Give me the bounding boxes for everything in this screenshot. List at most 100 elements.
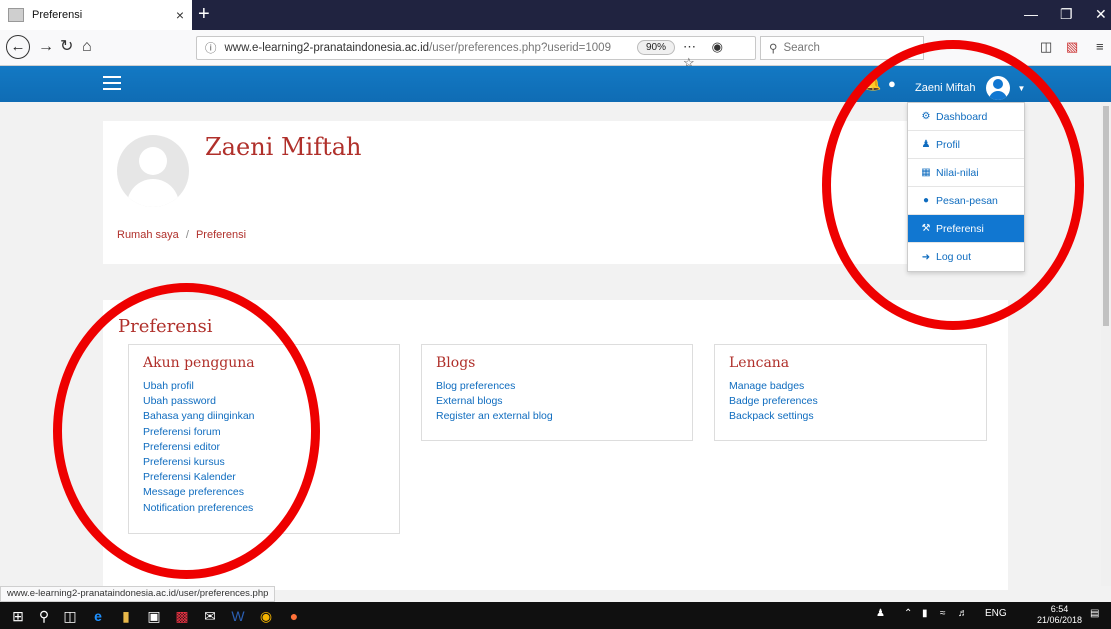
breadcrumb: Rumah saya / Preferensi: [117, 229, 246, 241]
home-icon[interactable]: ⌂: [82, 38, 92, 56]
url-host: www.e-learning2-pranataindonesia.ac.id: [224, 42, 430, 54]
course-preferences-link[interactable]: Preferensi kursus: [143, 455, 385, 470]
page-scrollbar[interactable]: [1101, 102, 1111, 586]
store-icon[interactable]: ▣: [144, 606, 164, 626]
sidebar-icon[interactable]: ◫: [1040, 38, 1052, 56]
edit-profile-link[interactable]: Ubah profil: [143, 379, 385, 394]
tab-title: Preferensi: [32, 9, 83, 21]
menu-item-dashboard[interactable]: ⚙ Dashboard: [908, 103, 1024, 131]
menu-item-preferences[interactable]: ⚒ Preferensi: [908, 215, 1024, 243]
browser-tab-strip: Preferensi × + — ❐ ✕: [0, 0, 1111, 30]
tray-up-arrow-icon[interactable]: ⌃: [904, 608, 912, 619]
zoom-level-badge[interactable]: 90%: [637, 40, 676, 55]
notification-preferences-link[interactable]: Notification preferences: [143, 501, 385, 516]
browser-navbar: ← → ↻ ⌂ ⓘ www.e-learning2-pranataindones…: [0, 30, 1111, 70]
menu-item-logout[interactable]: ➜ Log out: [908, 243, 1024, 271]
mail-icon[interactable]: ✉: [200, 606, 220, 626]
breadcrumb-separator: /: [185, 229, 189, 241]
backpack-settings-link[interactable]: Backpack settings: [729, 409, 972, 424]
word-icon[interactable]: W: [228, 606, 248, 626]
forum-preferences-link[interactable]: Preferensi forum: [143, 425, 385, 440]
notification-center-icon[interactable]: ▤: [1090, 608, 1099, 619]
change-password-link[interactable]: Ubah password: [143, 394, 385, 409]
editor-preferences-link[interactable]: Preferensi editor: [143, 440, 385, 455]
blog-preferences-link[interactable]: Blog preferences: [436, 379, 678, 394]
breadcrumb-current[interactable]: Preferensi: [196, 229, 246, 241]
url-bar[interactable]: ⓘ www.e-learning2-pranataindonesia.ac.id…: [196, 36, 756, 70]
profile-avatar: [117, 135, 189, 207]
search-icon[interactable]: ⚲: [34, 606, 54, 626]
search-bar[interactable]: ⚲ Search: [760, 36, 924, 60]
menu-item-label: Nilai-nilai: [936, 166, 979, 179]
people-icon[interactable]: ♟: [876, 608, 885, 619]
task-view-icon[interactable]: ◫: [60, 606, 80, 626]
preferred-language-link[interactable]: Bahasa yang diinginkan: [143, 409, 385, 424]
back-icon[interactable]: ←: [6, 35, 30, 59]
firefox-icon[interactable]: ●: [284, 606, 304, 626]
page-title: Preferensi: [118, 316, 213, 337]
messages-icon[interactable]: ●: [888, 76, 896, 91]
user-menu-toggle[interactable]: Zaeni Miftah ▼: [915, 76, 1025, 100]
page-favicon-icon: [8, 8, 24, 22]
search-placeholder: Search: [783, 42, 820, 54]
external-blogs-link[interactable]: External blogs: [436, 394, 678, 409]
new-tab-button[interactable]: +: [198, 3, 210, 25]
user-icon: ♟: [921, 139, 931, 150]
file-explorer-icon[interactable]: ▮: [116, 606, 136, 626]
volume-icon[interactable]: ♬: [958, 608, 968, 619]
windows-taskbar: ⊞ ⚲ ◫ e ▮ ▣ ▩ ✉ W ◉ ● ♟ ⌃ ▮ ≈ ♬ ENG 6:54…: [0, 602, 1111, 629]
search-icon: ⚲: [769, 43, 778, 55]
menu-item-label: Profil: [936, 138, 960, 151]
battery-icon[interactable]: ▮: [922, 608, 928, 619]
close-window-icon[interactable]: ✕: [1095, 6, 1107, 23]
status-bar-url: www.e-learning2-pranataindonesia.ac.id/u…: [0, 586, 276, 602]
preferences-card: Preferensi Akun pengguna Ubah profil Uba…: [103, 300, 1008, 590]
close-tab-icon[interactable]: ×: [176, 7, 184, 23]
logout-icon: ➜: [921, 251, 931, 263]
user-account-section: Akun pengguna Ubah profil Ubah password …: [128, 344, 400, 534]
section-heading: Akun pengguna: [143, 355, 255, 371]
calendar-preferences-link[interactable]: Preferensi Kalender: [143, 470, 385, 485]
badges-section: Lencana Manage badges Badge preferences …: [714, 344, 987, 441]
message-preferences-link[interactable]: Message preferences: [143, 485, 385, 500]
register-external-blog-link[interactable]: Register an external blog: [436, 409, 678, 424]
section-heading: Lencana: [729, 355, 790, 371]
menu-item-grades[interactable]: ▦ Nilai-nilai: [908, 159, 1024, 187]
clock-date: 21/06/2018: [1037, 615, 1083, 625]
notification-bell-icon[interactable]: 🔔: [865, 76, 881, 92]
menu-item-profile[interactable]: ♟ Profil: [908, 131, 1024, 159]
menu-item-label: Dashboard: [936, 110, 988, 123]
gift-icon[interactable]: ▩: [172, 606, 192, 626]
clock-time: 6:54: [1050, 604, 1069, 614]
reload-icon[interactable]: ↻: [60, 38, 73, 56]
header-user-name: Zaeni Miftah: [915, 82, 976, 94]
badge-preferences-link[interactable]: Badge preferences: [729, 394, 972, 409]
restore-icon[interactable]: ❐: [1060, 6, 1073, 23]
wrench-icon: ⚒: [921, 223, 931, 234]
table-icon: ▦: [921, 167, 931, 178]
minimize-icon[interactable]: —: [1024, 6, 1038, 22]
menu-item-messages[interactable]: ● Pesan-pesan: [908, 187, 1024, 215]
chat-icon: ●: [922, 195, 930, 206]
url-path: /user/preferences.php?userid=1009: [429, 42, 611, 54]
hamburger-menu-icon[interactable]: [103, 76, 121, 92]
browser-tab[interactable]: Preferensi ×: [0, 0, 192, 30]
pocket-icon[interactable]: ▧: [1066, 38, 1078, 56]
network-icon[interactable]: ≈: [940, 608, 946, 619]
scrollbar-thumb[interactable]: [1103, 106, 1109, 326]
forward-icon[interactable]: →: [38, 38, 54, 56]
menu-icon[interactable]: ≡: [1096, 38, 1104, 56]
chrome-icon[interactable]: ◉: [256, 606, 276, 626]
section-heading: Blogs: [436, 355, 476, 371]
clock[interactable]: 6:54 21/06/2018: [1037, 604, 1082, 626]
manage-badges-link[interactable]: Manage badges: [729, 379, 972, 394]
windows-start-icon[interactable]: ⊞: [8, 606, 28, 626]
blogs-section: Blogs Blog preferences External blogs Re…: [421, 344, 693, 441]
user-dropdown-menu: ⚙ Dashboard ♟ Profil ▦ Nilai-nilai ● Pes…: [907, 102, 1025, 272]
breadcrumb-home-link[interactable]: Rumah saya: [117, 229, 179, 241]
info-icon[interactable]: ⓘ: [205, 40, 217, 56]
edge-browser-icon[interactable]: e: [88, 606, 108, 626]
site-header: 🔔 ● Zaeni Miftah ▼: [0, 66, 1111, 102]
menu-item-label: Pesan-pesan: [936, 194, 998, 207]
language-indicator[interactable]: ENG: [985, 608, 1007, 619]
